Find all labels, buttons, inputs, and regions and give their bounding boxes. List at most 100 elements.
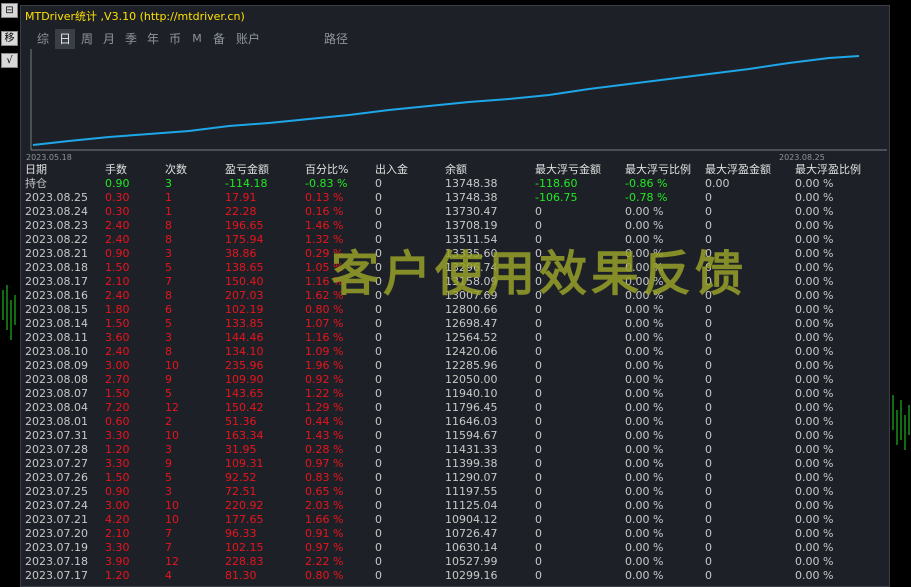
- cell-percent: 1.05 %: [305, 261, 344, 274]
- cell-max-float-loss-ratio: 0.00 %: [625, 233, 664, 246]
- cell-max-float-loss-ratio: 0.00 %: [625, 457, 664, 470]
- cell-max-float-loss: 0: [535, 555, 542, 568]
- table-row[interactable]: 2023.08.14 1.50 5 133.85 1.07 % 0 12698.47 0 0.0…: [21, 317, 889, 331]
- cell-lots: 0.90: [105, 247, 130, 260]
- cell-profit: 235.96: [225, 359, 264, 372]
- cell-max-float-loss: 0: [535, 303, 542, 316]
- cell-lots: 1.80: [105, 303, 130, 316]
- table-row[interactable]: 2023.07.19 3.30 7 102.15 0.97 % 0 10630.14 0 0.0…: [21, 541, 889, 555]
- table-row[interactable]: 2023.08.09 3.00 10 235.96 1.96 % 0 12285.96 0 0.…: [21, 359, 889, 373]
- cell-lots: 2.10: [105, 527, 130, 540]
- table-row[interactable]: 2023.08.15 1.80 6 102.19 0.80 % 0 12800.66 0 0.0…: [21, 303, 889, 317]
- col-max-float-loss[interactable]: 最大浮亏金额: [535, 163, 601, 177]
- tab-year[interactable]: 年: [143, 29, 163, 49]
- table-row[interactable]: 2023.07.21 4.20 10 177.65 1.66 % 0 10904.12 0 0.…: [21, 513, 889, 527]
- table-row[interactable]: 2023.07.26 1.50 5 92.52 0.83 % 0 11290.07 0 0.00…: [21, 471, 889, 485]
- cell-max-float-loss-ratio: 0.00 %: [625, 205, 664, 218]
- cell-max-float-loss: 0: [535, 415, 542, 428]
- tab-day[interactable]: 日: [55, 29, 75, 49]
- col-deposit[interactable]: 出入金: [375, 163, 408, 177]
- cell-percent: 1.62 %: [305, 289, 344, 302]
- cell-lots: 2.40: [105, 219, 130, 232]
- cell-max-float-profit-ratio: 0.00 %: [795, 331, 834, 344]
- tab-currency[interactable]: 币: [165, 29, 185, 49]
- cell-count: 8: [165, 289, 172, 302]
- cell-count: 1: [165, 191, 172, 204]
- col-profit[interactable]: 盈亏金额: [225, 163, 269, 177]
- col-max-float-profit[interactable]: 最大浮盈金额: [705, 163, 771, 177]
- col-lots[interactable]: 手数: [105, 163, 127, 177]
- background-chart-fragment-right: [892, 395, 910, 450]
- cell-max-float-loss: 0: [535, 471, 542, 484]
- table-row[interactable]: 2023.08.10 2.40 8 134.10 1.09 % 0 12420.06 0 0.0…: [21, 345, 889, 359]
- cell-count: 6: [165, 303, 172, 316]
- cell-deposit: 0: [375, 555, 382, 568]
- cell-profit: 51.36: [225, 415, 257, 428]
- table-row[interactable]: 2023.08.08 2.70 9 109.90 0.92 % 0 12050.00 0 0.0…: [21, 373, 889, 387]
- cell-lots: 3.00: [105, 499, 130, 512]
- tab-week[interactable]: 周: [77, 29, 97, 49]
- cell-date: 2023.07.20: [25, 527, 88, 540]
- tab-path[interactable]: 路径: [319, 29, 353, 49]
- cell-max-float-loss: 0: [535, 289, 542, 302]
- cell-date: 2023.07.18: [25, 555, 88, 568]
- table-row[interactable]: 2023.08.16 2.40 8 207.03 1.62 % 0 13007.69 0 0.0…: [21, 289, 889, 303]
- cell-percent: 1.29 %: [305, 401, 344, 414]
- cell-percent: 0.65 %: [305, 485, 344, 498]
- table-row[interactable]: 2023.08.23 2.40 8 196.65 1.46 % 0 13708.19 0 0.0…: [21, 219, 889, 233]
- cell-max-float-loss-ratio: 0.00 %: [625, 373, 664, 386]
- table-row[interactable]: 2023.08.25 0.30 1 17.91 0.13 % 0 13748.38 -106.…: [21, 191, 889, 205]
- cell-profit: 177.65: [225, 513, 264, 526]
- cell-deposit: 0: [375, 373, 382, 386]
- col-date[interactable]: 日期: [25, 163, 47, 177]
- cell-profit: 150.40: [225, 275, 264, 288]
- table-row[interactable]: 2023.07.24 3.00 10 220.92 2.03 % 0 11125.04 0 0.…: [21, 499, 889, 513]
- cell-percent: 1.46 %: [305, 219, 344, 232]
- col-count[interactable]: 次数: [165, 163, 187, 177]
- cell-max-float-profit: 0: [705, 359, 712, 372]
- table-row[interactable]: 2023.07.25 0.90 3 72.51 0.65 % 0 11197.55 0 0.00…: [21, 485, 889, 499]
- table-row[interactable]: 2023.07.28 1.20 3 31.95 0.28 % 0 11431.33 0 0.00…: [21, 443, 889, 457]
- cell-max-float-profit-ratio: 0.00 %: [795, 233, 834, 246]
- table-row[interactable]: 2023.08.07 1.50 5 143.65 1.22 % 0 11940.10 0 0.0…: [21, 387, 889, 401]
- cell-percent: 1.07 %: [305, 317, 344, 330]
- table-row[interactable]: 2023.07.18 3.90 12 228.83 2.22 % 0 10527.99 0 0.…: [21, 555, 889, 569]
- table-row[interactable]: 2023.08.24 0.30 1 22.28 0.16 % 0 13730.47 0 0.00…: [21, 205, 889, 219]
- table-row[interactable]: 2023.07.31 3.30 10 163.34 1.43 % 0 11594.67 0 0.…: [21, 429, 889, 443]
- cell-lots: 1.50: [105, 317, 130, 330]
- table-row[interactable]: 2023.07.17 1.20 4 81.30 0.80 % 0 10299.16 0 0.00…: [21, 569, 889, 583]
- cell-max-float-loss-ratio: 0.00 %: [625, 387, 664, 400]
- table-row[interactable]: 2023.07.27 3.30 9 109.31 0.97 % 0 11399.38 0 0.0…: [21, 457, 889, 471]
- collapse-button[interactable]: ⊟: [1, 3, 18, 18]
- table-row[interactable]: 2023.08.04 7.20 12 150.42 1.29 % 0 11796.45 0 0.…: [21, 401, 889, 415]
- move-button[interactable]: 移: [1, 31, 18, 46]
- table-row[interactable]: 2023.08.21 0.90 3 38.86 0.29 % 0 13335.60 0 0.00…: [21, 247, 889, 261]
- chart-start-label: 2023.05.18: [26, 153, 72, 162]
- table-row[interactable]: 2023.08.22 2.40 8 175.94 1.32 % 0 13511.54 0 0.0…: [21, 233, 889, 247]
- tab-quarter[interactable]: 季: [121, 29, 141, 49]
- tab-month[interactable]: 月: [99, 29, 119, 49]
- check-button[interactable]: √: [1, 53, 18, 68]
- tab-summary[interactable]: 综: [33, 29, 53, 49]
- cell-count: 9: [165, 457, 172, 470]
- table-row[interactable]: 2023.07.20 2.10 7 96.33 0.91 % 0 10726.47 0 0.00…: [21, 527, 889, 541]
- col-percent[interactable]: 百分比%: [305, 163, 348, 177]
- tab-backup[interactable]: 备: [209, 29, 229, 49]
- tab-m[interactable]: M: [187, 29, 207, 49]
- table-row[interactable]: 2023.08.18 1.50 5 138.65 1.05 % 0 13296.74 0 0.0…: [21, 261, 889, 275]
- cell-max-float-loss: 0: [535, 261, 542, 274]
- chart-end-label: 2023.08.25: [779, 153, 825, 162]
- tab-account[interactable]: 账户: [231, 29, 265, 49]
- cell-deposit: 0: [375, 401, 382, 414]
- table-row[interactable]: 2023.08.17 2.10 7 150.40 1.16 % 0 13158.09 0 0.0…: [21, 275, 889, 289]
- col-max-float-loss-ratio[interactable]: 最大浮亏比例: [625, 163, 691, 177]
- cell-deposit: 0: [375, 191, 382, 204]
- table-row[interactable]: 2023.08.01 0.60 2 51.36 0.44 % 0 11646.03 0 0.00…: [21, 415, 889, 429]
- cell-date: 2023.08.15: [25, 303, 88, 316]
- cell-max-float-profit: 0: [705, 373, 712, 386]
- table-row[interactable]: 2023.08.11 3.60 3 144.46 1.16 % 0 12564.52 0 0.0…: [21, 331, 889, 345]
- balance-curve-chart: [29, 49, 887, 161]
- holding-max-float-loss: -118.60: [535, 177, 578, 190]
- col-max-float-profit-ratio[interactable]: 最大浮盈比例: [795, 163, 861, 177]
- col-balance[interactable]: 余额: [445, 163, 467, 177]
